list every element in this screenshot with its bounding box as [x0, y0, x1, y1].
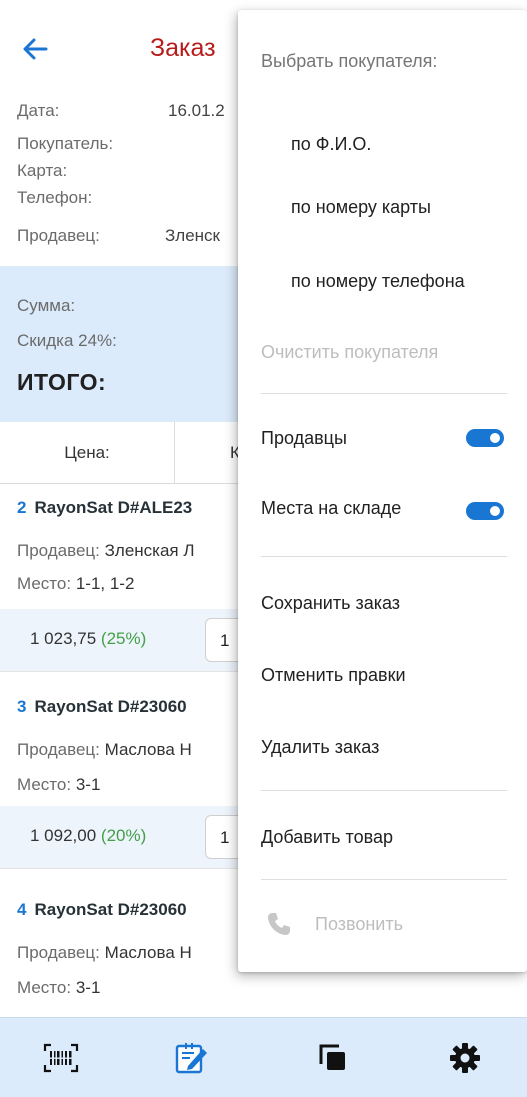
warehouse-places-toggle[interactable] — [466, 502, 504, 520]
menu-divider — [261, 393, 507, 394]
overflow-menu: Выбрать покупателя: по Ф.И.О. по номеру … — [238, 10, 527, 972]
select-buyer-by-phone[interactable]: по номеру телефона — [291, 271, 465, 292]
call-item[interactable]: Позвонить — [315, 914, 403, 935]
item-seller-value: Маслова Н — [104, 943, 192, 962]
toggle-knob — [490, 433, 500, 443]
phone-label: Телефон: — [17, 188, 93, 207]
item-discount-percent: (25%) — [100, 629, 147, 648]
item-title[interactable]: 4 RayonSat D#23060 — [17, 900, 187, 920]
item-seller-value: Зленская Л — [104, 541, 195, 560]
delete-order-item[interactable]: Удалить заказ — [261, 737, 379, 758]
item-place-label: Место: — [17, 775, 72, 794]
date-value: 16.01.2 — [168, 101, 225, 120]
item-place-label: Место: — [17, 978, 72, 997]
item-price: 1 023,75 (25%) — [30, 629, 146, 649]
item-seller-value: Маслова Н — [104, 740, 192, 759]
item-place: Место: 3-1 — [17, 775, 100, 795]
item-number: 3 — [17, 697, 27, 716]
menu-divider — [261, 790, 507, 791]
barcode-scanner-icon[interactable] — [41, 1040, 81, 1076]
item-number: 2 — [17, 498, 27, 517]
item-price-value: 1 023,75 — [30, 629, 97, 648]
date-label: Дата: — [17, 101, 60, 120]
phone-icon — [268, 913, 290, 935]
buyer-label: Покупатель: — [17, 134, 114, 153]
clear-buyer-item[interactable]: Очистить покупателя — [261, 342, 438, 363]
item-place-label: Место: — [17, 574, 72, 593]
menu-divider — [261, 879, 507, 880]
cancel-edits-item[interactable]: Отменить правки — [261, 665, 406, 686]
bottom-navigation — [0, 1017, 527, 1097]
item-seller-label: Продавец: — [17, 541, 100, 560]
card-label: Карта: — [17, 161, 68, 180]
item-seller-label: Продавец: — [17, 740, 100, 759]
page-title: Заказ — [150, 34, 216, 62]
item-name: RayonSat D#23060 — [34, 900, 187, 919]
toggle-knob — [490, 506, 500, 516]
select-buyer-header: Выбрать покупателя: — [261, 51, 438, 71]
item-name: RayonSat D#ALE23 — [34, 498, 193, 517]
edit-document-icon[interactable] — [172, 1040, 212, 1076]
seller-value[interactable]: Зленск — [165, 226, 220, 246]
item-place-value: 3-1 — [75, 978, 101, 997]
item-name: RayonSat D#23060 — [34, 697, 187, 716]
sum-label: Сумма: — [17, 296, 76, 315]
sellers-toggle-label: Продавцы — [261, 428, 347, 448]
item-price-value: 1 092,00 — [30, 826, 97, 845]
item-number: 4 — [17, 900, 27, 919]
column-divider — [174, 422, 175, 484]
total-label: ИТОГО: — [17, 369, 107, 395]
discount-label: Скидка 24%: — [17, 331, 117, 350]
add-product-item[interactable]: Добавить товар — [261, 827, 393, 848]
item-place: Место: 1-1, 1-2 — [17, 574, 134, 594]
item-discount-percent: (20%) — [100, 826, 147, 845]
select-buyer-by-card[interactable]: по номеру карты — [291, 197, 431, 218]
copy-icon[interactable] — [313, 1040, 353, 1076]
menu-divider — [261, 556, 507, 557]
item-seller: Продавец: Маслова Н — [17, 740, 192, 760]
back-arrow-icon[interactable] — [18, 32, 52, 66]
item-price: 1 092,00 (20%) — [30, 826, 146, 846]
select-buyer-by-name[interactable]: по Ф.И.О. — [291, 134, 371, 155]
item-place: Место: 3-1 — [17, 978, 100, 998]
item-place-value: 3-1 — [75, 775, 101, 794]
save-order-item[interactable]: Сохранить заказ — [261, 593, 400, 614]
settings-gear-icon[interactable] — [445, 1040, 485, 1076]
item-seller: Продавец: Зленская Л — [17, 541, 195, 561]
seller-label: Продавец: — [17, 226, 100, 245]
item-title[interactable]: 2 RayonSat D#ALE23 — [17, 498, 192, 518]
price-column-header: Цена: — [64, 443, 110, 462]
warehouse-toggle-label: Места на складе — [261, 498, 402, 518]
item-title[interactable]: 3 RayonSat D#23060 — [17, 697, 187, 717]
item-place-value: 1-1, 1-2 — [75, 574, 135, 593]
item-seller: Продавец: Маслова Н — [17, 943, 192, 963]
item-seller-label: Продавец: — [17, 943, 100, 962]
sellers-toggle[interactable] — [466, 429, 504, 447]
